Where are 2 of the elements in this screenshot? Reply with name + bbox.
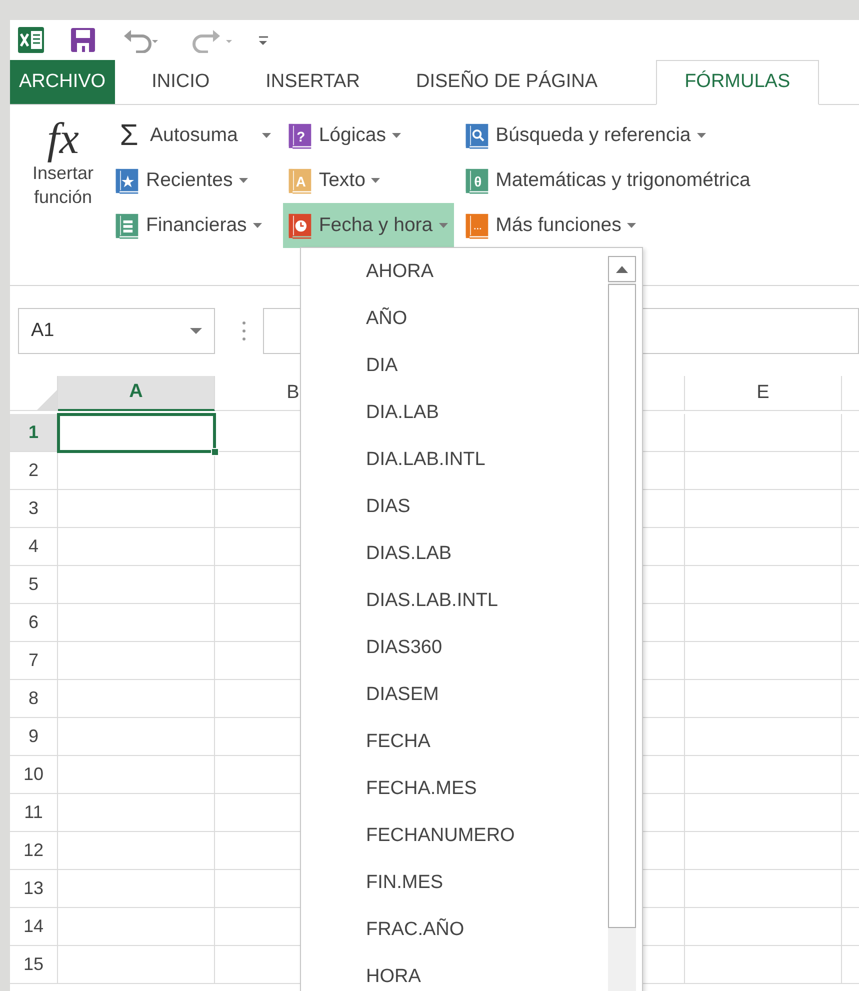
- sum-icon: Σ: [114, 120, 144, 150]
- function-icon: fx: [47, 117, 79, 161]
